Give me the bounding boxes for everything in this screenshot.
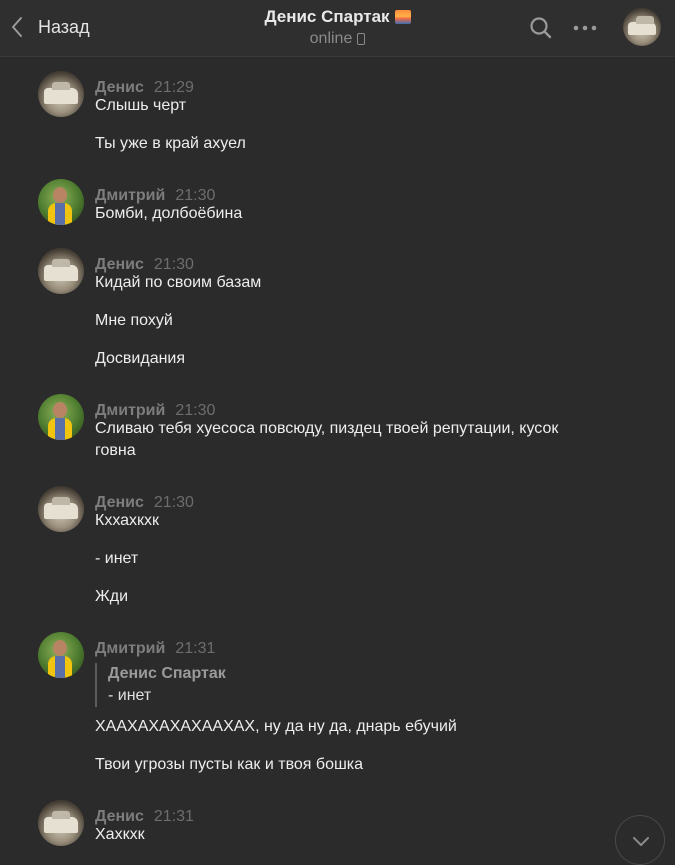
scroll-down-button[interactable] [615,815,665,865]
more-dots-icon[interactable] [571,14,599,42]
avatar-denis[interactable] [38,486,84,532]
avatar-dmitry[interactable] [38,394,84,440]
status-text: online [309,30,353,47]
chat-title: Денис Спартак [264,7,411,27]
mobile-phone-icon [357,33,366,45]
search-icon[interactable] [527,14,555,42]
sunset-emoji-icon [394,10,411,24]
message-time: 21:31 [175,640,216,657]
message-text: Кидай по своим базам [95,274,262,291]
message-list[interactable]: Денис 21:29 Слышь черт Ты уже в край аху… [0,58,675,854]
quote-text: - инет [108,687,152,704]
quoted-message[interactable]: Денис Спартак - инет [95,663,226,707]
message-text: Мне похуй [95,312,173,329]
message-text: ХААХАХАХАХААХАХ, ну да ну да, днарь ебуч… [95,718,457,735]
online-status: online [310,30,366,48]
chat-title-text: Денис Спартак [264,7,390,26]
avatar-dmitry[interactable] [38,179,84,225]
message-text: Слышь черт [95,97,187,114]
message-text: Бомби, долбоёбина [95,205,243,222]
message-text: Досвидания [95,350,186,367]
message-text: Сливаю тебя хуесоса повсюду, пиздец твое… [95,420,559,459]
message-text: Хахкхк [95,826,145,843]
avatar-denis[interactable] [38,71,84,117]
chevron-down-icon [633,837,649,846]
avatar-denis[interactable] [38,248,84,294]
author-name[interactable]: Дмитрий [95,640,165,658]
avatar-dmitry[interactable] [38,632,84,678]
message-meta: Дмитрий 21:31 [95,640,215,658]
chat-header: Назад Денис Спартак online [0,0,675,57]
quote-author: Денис Спартак [108,665,226,682]
contact-avatar[interactable] [623,8,661,46]
message-text: Жди [95,588,129,605]
message-text: Кххахкхк [95,512,160,529]
message-text: Твои угрозы пусты как и твоя бошка [95,756,364,773]
message-text: - инет [95,550,139,567]
avatar-denis[interactable] [38,800,84,846]
message-text: Ты уже в край ахуел [95,135,246,152]
